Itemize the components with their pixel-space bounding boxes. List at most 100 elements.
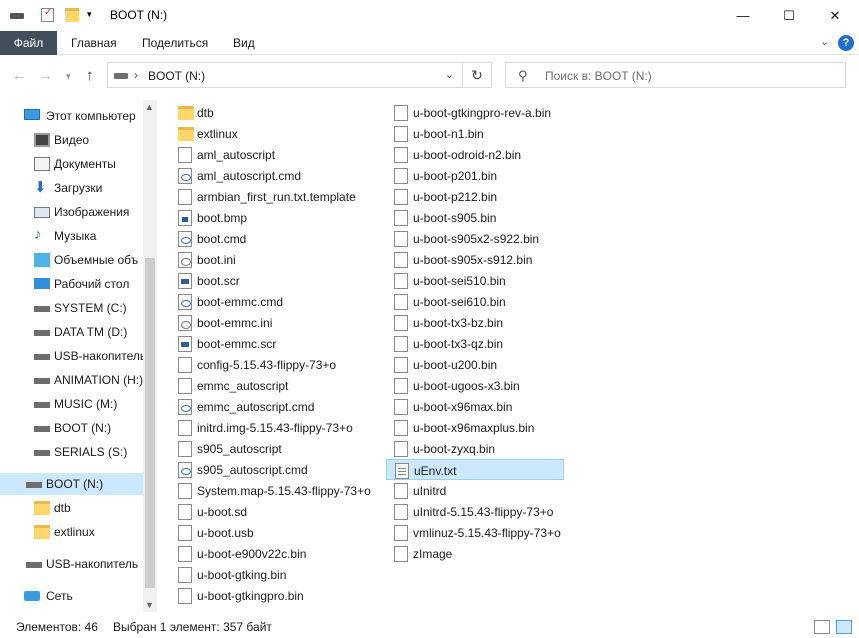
- nav-item-downloads[interactable]: ⬇ Загрузки: [0, 177, 143, 199]
- file-item[interactable]: boot-emmc.cmd: [170, 291, 360, 312]
- nav-item-network[interactable]: Сеть: [0, 585, 143, 607]
- file-item[interactable]: u-boot-odroid-n2.bin: [386, 144, 564, 165]
- file-item[interactable]: System.map-5.15.43-flippy-73+o: [170, 480, 371, 501]
- nav-item-pictures[interactable]: Изображения: [0, 201, 143, 223]
- scroll-up-icon[interactable]: ▲: [145, 102, 154, 112]
- large-icons-view-icon[interactable]: [836, 620, 852, 634]
- drive-icon: [34, 354, 50, 360]
- refresh-button[interactable]: ↻: [463, 62, 492, 88]
- file-item[interactable]: u-boot-zyxq.bin: [386, 438, 564, 459]
- drive-icon: [34, 426, 50, 432]
- nav-item-drive-h[interactable]: ANIMATION (H:): [0, 369, 143, 391]
- nav-item-boot-drive-selected[interactable]: BOOT (N:): [0, 473, 143, 495]
- nav-item-usb-drive-2[interactable]: USB-накопитель: [0, 553, 143, 575]
- nav-item-3d-objects[interactable]: Объемные объ: [0, 249, 143, 271]
- tab-file[interactable]: Файл: [0, 31, 57, 55]
- file-item[interactable]: u-boot-gtkingpro.bin: [170, 585, 360, 606]
- nav-item-drive-s[interactable]: SERIALS (S:): [0, 441, 143, 463]
- nav-item-dtb[interactable]: dtb: [0, 497, 143, 519]
- ribbon-expand-icon[interactable]: ⌄: [820, 35, 829, 48]
- file-item[interactable]: armbian_first_run.txt.template: [170, 186, 360, 207]
- properties-icon[interactable]: ✓: [41, 7, 54, 22]
- file-item[interactable]: u-boot-s905.bin: [386, 207, 564, 228]
- up-arrow-icon[interactable]: ↑: [86, 67, 94, 84]
- nav-item-music[interactable]: ♪ Музыка: [0, 225, 143, 247]
- nav-item-this-pc[interactable]: Этот компьютер: [0, 105, 143, 127]
- file-name: emmc_autoscript.cmd: [197, 400, 315, 414]
- file-item[interactable]: emmc_autoscript.cmd: [170, 396, 360, 417]
- file-item[interactable]: boot.bmp: [170, 207, 360, 228]
- nav-item-documents[interactable]: Документы: [0, 153, 143, 175]
- file-item[interactable]: zImage: [386, 543, 564, 564]
- file-item[interactable]: u-boot-x96max.bin: [386, 396, 564, 417]
- recent-locations-icon[interactable]: ▾: [66, 71, 71, 82]
- forward-arrow-icon[interactable]: →: [38, 67, 53, 84]
- file-item[interactable]: u-boot-s905x2-s922.bin: [386, 228, 564, 249]
- nav-item-drive-n[interactable]: BOOT (N:): [0, 417, 143, 439]
- file-item[interactable]: extlinux: [170, 123, 360, 144]
- maximize-button[interactable]: ☐: [766, 0, 812, 31]
- file-name: u-boot-p212.bin: [413, 190, 498, 204]
- nav-scrollbar[interactable]: ▲ ▼: [143, 100, 157, 612]
- file-item[interactable]: u-boot-ugoos-x3.bin: [386, 375, 564, 396]
- scroll-down-icon[interactable]: ▼: [145, 600, 154, 610]
- tab-home[interactable]: Главная: [63, 31, 125, 55]
- file-name: boot-emmc.ini: [197, 316, 273, 330]
- file-item[interactable]: u-boot-tx3-bz.bin: [386, 312, 564, 333]
- file-item-selected[interactable]: uEnv.txt: [386, 459, 564, 480]
- file-item[interactable]: u-boot-n1.bin: [386, 123, 564, 144]
- drive-icon: [34, 330, 50, 336]
- search-input[interactable]: ⚲ Поиск в: BOOT (N:): [505, 62, 846, 88]
- file-item[interactable]: boot.ini: [170, 249, 360, 270]
- details-view-icon[interactable]: [814, 620, 830, 634]
- back-arrow-icon[interactable]: ←: [12, 67, 27, 84]
- file-item[interactable]: u-boot-gtking.bin: [170, 564, 360, 585]
- address-bar[interactable]: › BOOT (N:) ⌄: [107, 62, 463, 88]
- file-item[interactable]: u-boot-s905x-s912.bin: [386, 249, 564, 270]
- file-item[interactable]: initrd.img-5.15.43-flippy-73+o: [170, 417, 360, 438]
- folder-icon: [34, 501, 50, 515]
- help-icon[interactable]: ?: [838, 35, 854, 51]
- file-item[interactable]: u-boot-x96maxplus.bin: [386, 417, 564, 438]
- close-button[interactable]: ✕: [812, 0, 858, 31]
- file-item[interactable]: u-boot-p201.bin: [386, 165, 564, 186]
- file-item[interactable]: u-boot-gtkingpro-rev-a.bin: [386, 102, 564, 123]
- file-item[interactable]: boot-emmc.scr: [170, 333, 360, 354]
- file-item[interactable]: dtb: [170, 102, 360, 123]
- file-item[interactable]: emmc_autoscript: [170, 375, 360, 396]
- file-item[interactable]: s905_autoscript.cmd: [170, 459, 360, 480]
- file-item[interactable]: u-boot-tx3-qz.bin: [386, 333, 564, 354]
- file-item[interactable]: aml_autoscript.cmd: [170, 165, 360, 186]
- new-folder-icon[interactable]: [65, 8, 79, 22]
- file-item[interactable]: boot.scr: [170, 270, 360, 291]
- nav-item-videos[interactable]: Видео: [0, 129, 143, 151]
- nav-item-desktop[interactable]: Рабочий стол: [0, 273, 143, 295]
- address-path[interactable]: BOOT (N:): [148, 69, 205, 83]
- file-item[interactable]: u-boot.usb: [170, 522, 360, 543]
- scrollbar-thumb[interactable]: [145, 258, 155, 588]
- file-item[interactable]: u-boot-sei510.bin: [386, 270, 564, 291]
- chevron-down-icon[interactable]: ⌄: [445, 68, 454, 81]
- file-item[interactable]: s905_autoscript: [170, 438, 360, 459]
- tab-share[interactable]: Поделиться: [134, 31, 216, 55]
- file-item[interactable]: boot-emmc.ini: [170, 312, 360, 333]
- nav-item-usb-drive[interactable]: USB-накопитель: [0, 345, 143, 367]
- file-item[interactable]: u-boot-sei610.bin: [386, 291, 564, 312]
- file-item[interactable]: aml_autoscript: [170, 144, 360, 165]
- file-item[interactable]: uInitrd: [386, 480, 564, 501]
- file-item[interactable]: vmlinuz-5.15.43-flippy-73+o: [386, 522, 564, 543]
- file-item[interactable]: config-5.15.43-flippy-73+o: [170, 354, 360, 375]
- file-item[interactable]: u-boot-u200.bin: [386, 354, 564, 375]
- tab-view[interactable]: Вид: [225, 31, 263, 55]
- nav-item-drive-d[interactable]: DATA TM (D:): [0, 321, 143, 343]
- minimize-button[interactable]: —: [720, 0, 766, 31]
- file-item[interactable]: u-boot-p212.bin: [386, 186, 564, 207]
- nav-item-drive-c[interactable]: SYSTEM (C:): [0, 297, 143, 319]
- file-item[interactable]: u-boot.sd: [170, 501, 360, 522]
- file-item[interactable]: u-boot-e900v22c.bin: [170, 543, 360, 564]
- nav-item-drive-m[interactable]: MUSIC (M:): [0, 393, 143, 415]
- nav-item-extlinux[interactable]: extlinux: [0, 521, 143, 543]
- file-item[interactable]: boot.cmd: [170, 228, 360, 249]
- quick-access-dropdown-icon[interactable]: ▾: [87, 9, 92, 23]
- file-item[interactable]: uInitrd-5.15.43-flippy-73+o: [386, 501, 564, 522]
